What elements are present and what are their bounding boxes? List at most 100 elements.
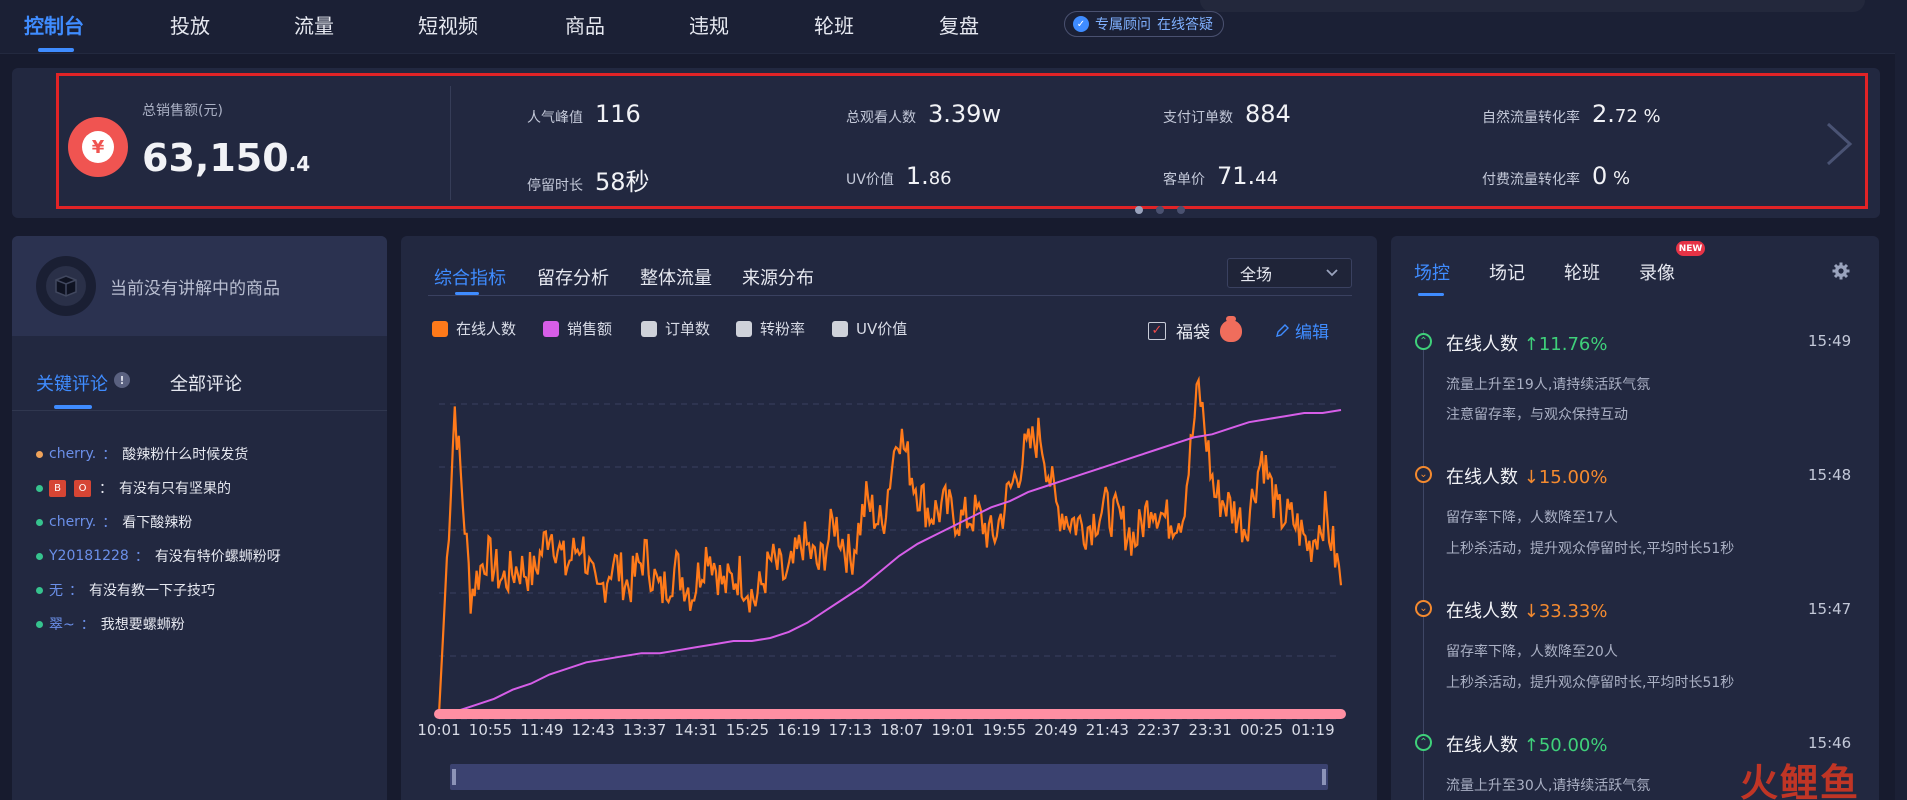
comment-item[interactable]: B O：有没有只有坚果的 [36,478,231,498]
x-tick-label: 14:31 [674,721,718,739]
time-range-slider[interactable] [450,764,1328,790]
stat-paid-conversion: 付费流量转化率 0 % [1482,162,1631,190]
total-sales-label: 总销售额(元) [142,103,223,119]
stat-uv-value: UV价值 1.86 [846,162,952,190]
event-note: 流量上升至19人,请持续活跃气氛 [1446,377,1651,393]
comment-item[interactable]: cherry.：看下酸辣粉 [36,512,192,532]
stat-avg-order-price: 客单价 71.44 [1163,162,1279,190]
advisor-status: 在线答疑 [1157,17,1213,33]
metrics-chart[interactable] [401,360,1361,720]
tab-field-notes[interactable]: 场记 [1489,259,1525,285]
x-tick-label: 11:49 [520,721,564,739]
x-tick-label: 22:37 [1137,721,1181,739]
advisor-label: 专属顾问 [1095,17,1151,33]
nav-item-console[interactable]: 控制台 [24,10,84,39]
x-tick-label: 10:55 [468,721,513,739]
metrics-tab-indicator [455,292,479,295]
stat-paid-orders: 支付订单数 884 [1163,100,1291,128]
no-product-text: 当前没有讲解中的商品 [110,279,280,299]
tab-field-control[interactable]: 场控 [1414,259,1450,285]
x-tick-label: 19:01 [931,721,975,739]
event-title: 在线人数 ↓33.33% [1446,601,1608,622]
stat-organic-conversion: 自然流量转化率 2.72 % [1482,100,1661,128]
legend-swatch [832,320,848,337]
carousel-dot[interactable] [1135,206,1143,214]
nav-item-violations[interactable]: 违规 [689,10,729,39]
total-sales-value: 63,150.4 [142,136,311,180]
stat-dwell-time: 停留时长 58秒 [527,168,650,196]
event-note: 上秒杀活动，提升观众停留时长,平均时长51秒 [1446,541,1735,557]
tab-overall-traffic[interactable]: 整体流量 [640,264,712,290]
right-tab-indicator [1418,293,1444,296]
legend-swatch [432,320,448,337]
carousel-dot[interactable] [1177,206,1185,214]
info-icon[interactable]: ! [114,372,130,388]
tab-all-comments[interactable]: 全部评论 [170,370,242,396]
chevron-right-icon[interactable] [1820,120,1856,168]
tab-recording[interactable]: 录像 [1639,259,1675,285]
pencil-icon [1276,323,1289,337]
nav-item-short-video[interactable]: 短视频 [418,10,478,39]
status-dot [36,450,43,458]
scope-value: 全场 [1240,265,1273,284]
nav-active-indicator [38,48,74,52]
arrow-down-icon: ⌄ [1415,600,1432,617]
tab-source-distribution[interactable]: 来源分布 [742,264,814,290]
tab-overall-metrics[interactable]: 综合指标 [434,264,506,290]
x-tick-label: 19:55 [982,721,1027,739]
arrow-up-icon: ⌃ [1415,734,1432,751]
gear-icon[interactable] [1832,262,1850,280]
comment-item[interactable]: 翠~：我想要螺蛳粉 [36,614,185,634]
legend-sales[interactable]: 销售额 [543,318,612,339]
legend-online[interactable]: 在线人数 [432,318,516,339]
x-tick-label: 21:43 [1085,721,1129,739]
x-tick-label: 15:25 [725,721,770,739]
event-note: 流量上升至30人,请持续活跃气氛 [1446,778,1651,794]
window-edge [1895,0,1907,800]
comment-item[interactable]: 无：有没有教一下子技巧 [36,580,215,600]
legend-uv-value[interactable]: UV价值 [832,318,907,339]
comment-item[interactable]: cherry.：酸辣粉什么时候发货 [36,444,248,464]
carousel-dot[interactable] [1156,206,1164,214]
legend-orders[interactable]: 订单数 [641,318,710,339]
x-tick-label: 12:43 [571,721,615,739]
summary-divider [450,86,451,200]
nav-item-shifts[interactable]: 轮班 [814,10,854,39]
x-tick-label: 20:49 [1034,721,1078,739]
scope-select[interactable]: 全场 [1227,258,1352,288]
lucky-bag-toggle[interactable]: ✓ 福袋 [1148,315,1242,343]
event-time: 15:46 [1808,734,1852,752]
advisor-button[interactable]: ✓ 专属顾问 在线答疑 [1064,11,1224,37]
top-nav: 控制台 投放 流量 短视频 商品 违规 轮班 复盘 ✓ 专属顾问 在线答疑 [0,0,1907,54]
nav-item-traffic[interactable]: 流量 [294,10,334,39]
stat-total-viewers: 总观看人数 3.39w [846,100,1002,128]
checkbox[interactable]: ✓ [1148,321,1166,340]
stat-peak-popularity: 人气峰值 116 [527,100,641,128]
arrow-up-icon: ⌃ [1415,333,1432,350]
tab-retention-analysis[interactable]: 留存分析 [537,264,609,290]
nav-item-products[interactable]: 商品 [565,10,605,39]
event-title: 在线人数 ↑50.00% [1446,735,1608,756]
edit-button[interactable]: 编辑 [1275,318,1329,343]
comment-item[interactable]: Y20181228：有没有特价螺蛳粉呀 [36,546,281,566]
yen-icon: ¥ [68,117,128,177]
x-tick-label: 23:31 [1188,721,1232,739]
watermark-logo: 火鲤鱼 [1740,761,1861,800]
comment-tab-indicator [54,405,92,409]
chart-marks [434,375,1346,719]
tab-key-comments[interactable]: 关键评论 [36,370,108,396]
user-badge: B [49,479,66,497]
x-tick-label: 00:25 [1239,721,1284,739]
carousel-dots [1135,206,1185,214]
status-dot [36,586,43,594]
legend-follow-rate[interactable]: 转粉率 [736,318,805,339]
x-tick-label: 17:13 [828,721,872,739]
x-tick-label: 18:07 [880,721,924,739]
event-note: 留存率下降，人数降至20人 [1446,644,1618,660]
event-title: 在线人数 ↑11.76% [1446,334,1608,355]
tab-shift[interactable]: 轮班 [1564,259,1600,285]
top-search-bar[interactable] [1200,0,1865,12]
nav-item-ads[interactable]: 投放 [170,10,210,39]
legend-swatch [641,320,657,337]
nav-item-review[interactable]: 复盘 [939,10,979,39]
